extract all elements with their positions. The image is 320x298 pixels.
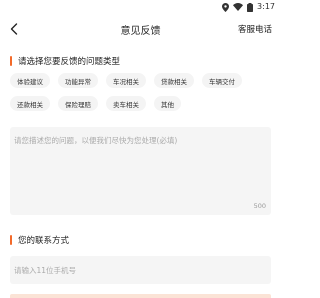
issue-type-title: 请选择您要反馈的问题类型	[18, 57, 121, 67]
customer-service-phone-button[interactable]: 客服电话	[238, 23, 272, 35]
issue-tag[interactable]: 卖车相关	[106, 96, 146, 111]
status-icons: 3:17	[222, 2, 275, 12]
issue-tag[interactable]: 保险理赔	[58, 96, 98, 111]
contact-title: 您的联系方式	[18, 236, 70, 246]
issue-tag[interactable]: 还款相关	[10, 96, 50, 111]
status-time: 3:17	[257, 2, 275, 11]
phone-input[interactable]: 请输入11位手机号	[10, 256, 271, 284]
issue-tag[interactable]: 功能异常	[58, 73, 98, 88]
issue-tag[interactable]: 车况相关	[106, 73, 146, 88]
wifi-icon	[233, 3, 244, 11]
character-counter: 500	[253, 202, 266, 210]
issue-tag[interactable]: 贷款相关	[154, 73, 194, 88]
issue-tag[interactable]: 其他	[154, 96, 181, 111]
submit-button-edge[interactable]	[10, 294, 271, 298]
contact-section-title: 您的联系方式	[10, 234, 69, 246]
phone-placeholder: 请输入11位手机号	[14, 266, 77, 275]
battery-icon	[247, 2, 254, 12]
issue-tag[interactable]: 体验建议	[10, 73, 50, 88]
tag-row: 体验建议 功能异常 车况相关 贷款相关 车辆交付	[10, 73, 275, 88]
section-accent-bar	[10, 56, 12, 66]
section-accent-bar	[10, 235, 12, 245]
navigation-bar: 意见反馈 客服电话	[0, 14, 281, 44]
location-icon	[222, 2, 230, 12]
description-textarea[interactable]: 请您描述您的问题，以便我们尽快为您处理(必填) 500	[10, 127, 271, 215]
issue-tag[interactable]: 车辆交付	[202, 73, 242, 88]
issue-type-section-title: 请选择您要反馈的问题类型	[10, 55, 120, 67]
tag-row: 还款相关 保险理赔 卖车相关 其他	[10, 96, 275, 111]
description-placeholder: 请您描述您的问题，以便我们尽快为您处理(必填)	[14, 136, 178, 145]
status-bar: 3:17	[0, 0, 281, 14]
issue-type-tags: 体验建议 功能异常 车况相关 贷款相关 车辆交付 还款相关 保险理赔 卖车相关 …	[10, 73, 275, 119]
